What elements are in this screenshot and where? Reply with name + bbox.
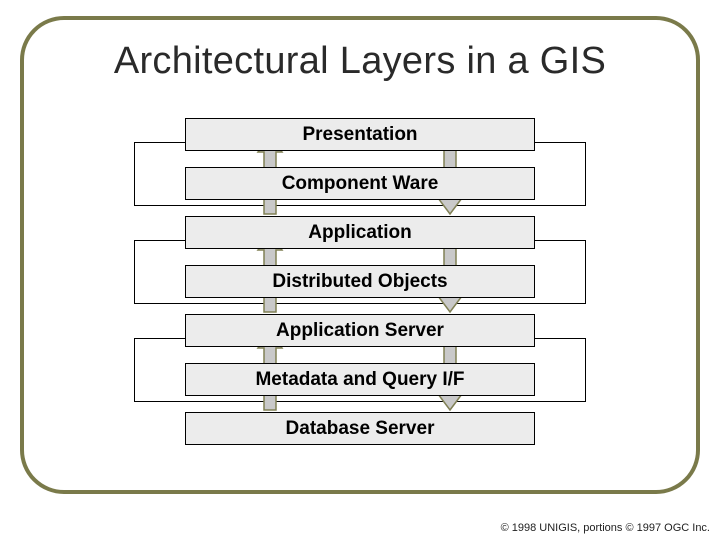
- layer-diagram: Presentation Component Ware Application …: [150, 118, 570, 445]
- layer-application: Application: [185, 216, 535, 249]
- layer-distributed-objects: Distributed Objects: [185, 265, 535, 298]
- layer-component-ware: Component Ware: [185, 167, 535, 200]
- layer-metadata-query: Metadata and Query I/F: [185, 363, 535, 396]
- slide-title: Architectural Layers in a GIS: [0, 40, 720, 83]
- copyright-footer: © 1998 UNIGIS, portions © 1997 OGC Inc.: [501, 522, 710, 534]
- layer-application-server: Application Server: [185, 314, 535, 347]
- layer-presentation: Presentation: [185, 118, 535, 151]
- layer-database-server: Database Server: [185, 412, 535, 445]
